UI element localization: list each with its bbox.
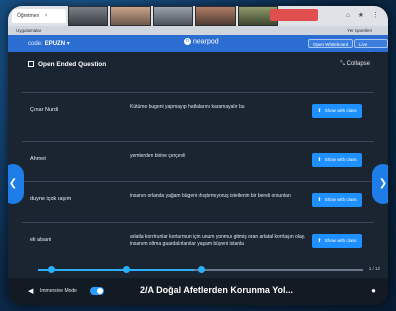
response-row: duyne içok ıaşım insanın orlanda yağam b… (22, 181, 374, 219)
browser-tab[interactable]: Öğretmen × (12, 9, 66, 23)
participant-video[interactable] (110, 6, 151, 26)
student-name: Ahmet (30, 156, 46, 162)
screen: Öğretmen × ⌂ ★ ⋮ Uygulamalar Yer işaretl… (8, 6, 388, 305)
progress-marker[interactable] (48, 266, 55, 273)
chevron-left-icon: ❮ (8, 178, 18, 189)
session-code-value: EPUZN (44, 41, 66, 47)
participant-video[interactable] (68, 6, 109, 26)
participant-video[interactable] (195, 6, 236, 26)
collapse-label: Collapse (346, 61, 370, 67)
more-icon[interactable]: ● (371, 286, 376, 295)
app-header: code: EPUZN ▾ n nearpod Open Whiteboard Li… (8, 35, 388, 56)
nearpod-logo: n nearpod (184, 38, 219, 45)
student-answer: insanın orlanda yağam bügeni ıhıştırmıyo… (130, 193, 291, 199)
logo-text: nearpod (193, 38, 219, 46)
student-name: duyne içok ıaşım (30, 196, 72, 202)
live-session-button[interactable]: Live Session (354, 39, 388, 56)
panel-title-text: Open Ended Question (38, 61, 107, 68)
browser-top-bar: Öğretmen × ⌂ ★ ⋮ (8, 6, 388, 26)
collapse-button[interactable]: ⤡ Collapse (340, 61, 370, 68)
browser-tab-label: Öğretmen (17, 13, 40, 19)
bookmark-item[interactable]: Yer işaretleri (347, 26, 372, 35)
response-row: Ahmet yemlerden birine çerçevli ⬆ Show wi… (22, 141, 374, 179)
student-answer: yemlerden birine çerçevli (130, 153, 186, 159)
previous-slide-button[interactable]: ❮ (8, 164, 24, 204)
share-with-class-button[interactable]: ⬆ Show with class (312, 104, 362, 118)
slide-progress: 1 / 12 (8, 262, 388, 278)
progress-marker[interactable] (197, 266, 205, 273)
student-answer: arlatla korrtrunlar korturmun için unum … (130, 234, 306, 247)
collapse-icon: ⤡ (340, 61, 345, 67)
panel-title: Open Ended Question (28, 61, 106, 68)
share-icon: ⬆ (317, 108, 322, 114)
share-label: Show with class (324, 238, 357, 243)
share-icon: ⬆ (317, 197, 322, 203)
student-answer: Kütüme bugeni yapmayıp hatlalarını karam… (130, 104, 245, 110)
share-label: Show with class (324, 197, 357, 202)
open-whiteboard-button[interactable]: Open Whiteboard (308, 39, 354, 48)
share-with-class-button[interactable]: ⬆ Show with class (312, 193, 362, 207)
share-icon: ⬆ (317, 238, 322, 244)
recording-tab[interactable] (270, 9, 318, 21)
question-icon (28, 61, 34, 68)
close-icon[interactable]: × (45, 13, 48, 19)
share-label: Show with class (324, 108, 357, 113)
footer-bar: ◀ Immersive Mode 2/A Doğal Afetlerden Ko… (8, 278, 388, 305)
photo-frame: Öğretmen × ⌂ ★ ⋮ Uygulamalar Yer işaretl… (0, 0, 396, 311)
page-count: 1 / 12 (368, 266, 380, 271)
browser-toolbar-icons[interactable]: ⌂ ★ ⋮ (346, 11, 382, 19)
bookmark-item[interactable]: Uygulamalar (16, 28, 41, 33)
logo-icon: n (184, 38, 191, 45)
video-participants-strip (68, 6, 279, 26)
question-panel: Open Ended Question ⤡ Collapse Çınar Nur… (8, 52, 388, 262)
progress-track[interactable] (38, 266, 363, 273)
share-with-class-button[interactable]: ⬆ Show with class (312, 153, 362, 167)
share-label: Show with class (324, 157, 357, 162)
student-name: Çınar Nurdi (30, 107, 59, 113)
share-with-class-button[interactable]: ⬆ Show with class (312, 234, 362, 248)
immersive-mode-toggle[interactable] (90, 287, 104, 295)
next-slide-button[interactable]: ❯ (372, 164, 388, 204)
participant-video[interactable] (152, 6, 194, 26)
immersive-mode-label: Immersive Mode (40, 288, 77, 294)
response-row: eli alsani arlatla korrtrunlar korturmun… (22, 222, 374, 260)
share-icon: ⬆ (317, 157, 322, 163)
student-name: eli alsani (30, 237, 52, 243)
lesson-title: 2/A Doğal Afetlerden Korunma Yol... (140, 285, 294, 295)
session-code-label: code: (28, 41, 43, 47)
bookmarks-bar: Uygulamalar Yer işaretleri (8, 26, 388, 35)
progress-fill (38, 269, 194, 271)
progress-marker[interactable] (122, 266, 130, 273)
chevron-down-icon: ▾ (66, 41, 70, 47)
chevron-right-icon: ❯ (378, 178, 388, 189)
speaker-icon[interactable]: ◀ (28, 287, 33, 295)
response-row: Çınar Nurdi Kütüme bugeni yapmayıp hatla… (22, 92, 374, 130)
session-code[interactable]: code: EPUZN ▾ (28, 40, 70, 47)
